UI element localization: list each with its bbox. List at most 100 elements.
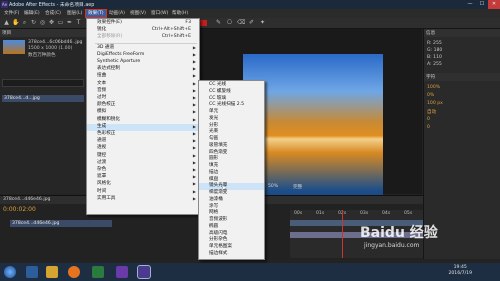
- text-tool-icon[interactable]: T: [75, 19, 82, 26]
- menu-item[interactable]: 键控 ▶: [87, 153, 199, 160]
- menu-item[interactable]: 模糊和锐化 ▶: [87, 117, 199, 124]
- app-icon[interactable]: [92, 266, 104, 278]
- project-search-input[interactable]: [2, 79, 84, 87]
- ruler-label: 05s: [404, 211, 413, 216]
- clock: 19:45 2016/7/19: [448, 265, 472, 276]
- submenu-arrow-icon: ▶: [192, 95, 196, 100]
- menu-item-label: 全部移除(R): [97, 34, 123, 40]
- menu-item[interactable]: 杂色 ▶: [87, 167, 199, 174]
- menu-composition[interactable]: 合成(C): [43, 10, 63, 17]
- rectangle-tool-icon[interactable]: ▭: [57, 19, 64, 26]
- file-name: 378ce4...6c06bd46..jpg: [28, 40, 83, 45]
- char-row[interactable]: 自动: [427, 109, 498, 115]
- menu-item-label: 圆形: [209, 156, 219, 162]
- menu-item[interactable]: 3D 通道 ▶: [87, 45, 199, 52]
- menu-item-label: 涂写: [209, 203, 219, 209]
- menu-item-label: 分形: [209, 122, 219, 128]
- menu-item-label: Synthetic Aperture: [97, 59, 141, 64]
- ie-icon[interactable]: [26, 266, 38, 278]
- menu-item[interactable]: 色彩校正 ▶: [87, 131, 199, 138]
- menu-item-label: 色彩校正: [97, 131, 116, 136]
- menu-effect[interactable]: 效果(T): [85, 9, 107, 18]
- after-effects-icon[interactable]: [137, 265, 151, 279]
- menu-layer[interactable]: 图层(L): [65, 10, 84, 17]
- menu-window[interactable]: 窗口(W): [149, 10, 170, 17]
- char-row[interactable]: 0: [427, 117, 498, 123]
- info-row: R: 255: [427, 41, 442, 46]
- char-row[interactable]: 100 px: [427, 101, 498, 107]
- menu-item-label: 表达式控制: [97, 66, 120, 72]
- start-button-icon[interactable]: [4, 266, 16, 278]
- menu-item[interactable]: 描边样式: [199, 251, 264, 258]
- eraser-tool-icon[interactable]: ⌫: [237, 19, 245, 26]
- char-row[interactable]: 100%: [427, 85, 498, 91]
- menu-item[interactable]: 文本 ▶: [87, 81, 199, 88]
- submenu-arrow-icon: ▶: [192, 123, 196, 129]
- pen-tool-icon[interactable]: ✒: [66, 19, 73, 26]
- menu-item-label: 勾画: [209, 136, 219, 141]
- menu-item[interactable]: 透视 ▶: [87, 145, 199, 152]
- brush-tool-icon[interactable]: ✎: [215, 19, 222, 26]
- menu-item[interactable]: 风格化 ▶: [87, 181, 199, 188]
- playhead[interactable]: [342, 210, 343, 258]
- char-row[interactable]: 0%: [427, 93, 498, 99]
- file-sub: 数百万种颜色: [28, 53, 56, 58]
- menu-item[interactable]: Synthetic Aperture ▶: [87, 59, 199, 66]
- menu-item-label: CC 光线: [209, 82, 227, 87]
- file-thumbnail: [3, 40, 25, 54]
- premiere-icon[interactable]: [116, 266, 128, 278]
- firefox-icon[interactable]: [68, 266, 80, 278]
- menu-item[interactable]: 效果控件(E) F3: [87, 20, 199, 27]
- menu-item[interactable]: 模拟 ▶: [87, 109, 199, 116]
- menu-item[interactable]: 扭曲 ▶: [87, 73, 199, 80]
- close-button[interactable]: ✕: [488, 0, 500, 9]
- rotate-tool-icon[interactable]: ↻: [30, 19, 37, 26]
- menu-view[interactable]: 视图(V): [128, 10, 148, 17]
- submenu-arrow-icon: ▶: [192, 109, 196, 115]
- zoom-tool-icon[interactable]: ⌕: [21, 19, 28, 26]
- menu-help[interactable]: 帮助(H): [170, 10, 190, 17]
- menu-item[interactable]: 过时 ▶: [87, 95, 199, 102]
- menu-item[interactable]: 生成 ▶: [87, 123, 199, 131]
- menu-item-label: 四色渐变: [209, 149, 228, 155]
- explorer-icon[interactable]: [46, 266, 58, 278]
- menu-item-label: 过时: [97, 95, 107, 100]
- mouse-cursor-icon: ➤: [221, 184, 227, 192]
- timeline-layer[interactable]: 378ce4...d46e46.jpg: [10, 220, 112, 227]
- maximize-button[interactable]: ☐: [476, 0, 488, 9]
- camera-tool-icon[interactable]: ◎: [39, 19, 46, 26]
- timeline-tab[interactable]: 378ce4...d46e46.jpg: [3, 197, 50, 202]
- snap-toggle-icon[interactable]: [200, 20, 207, 26]
- menu-item[interactable]: 全部移除(R) Ctrl+Shift+E: [87, 34, 199, 41]
- submenu-arrow-icon: ▶: [192, 152, 196, 158]
- submenu-arrow-icon: ▶: [192, 80, 196, 86]
- submenu-arrow-icon: ▶: [192, 145, 196, 151]
- menu-item-label: DigiEffects FreeForm: [97, 51, 145, 57]
- project-file-row[interactable]: 378ce4...d...jpg: [2, 95, 84, 102]
- menu-item[interactable]: 实用工具 ▶: [87, 196, 199, 203]
- hand-tool-icon[interactable]: ✋: [12, 19, 19, 26]
- menu-item-label: 文本: [97, 80, 107, 86]
- stamp-tool-icon[interactable]: ⎔: [226, 19, 233, 26]
- pan-tool-icon[interactable]: ✥: [48, 19, 55, 26]
- menu-item-label: CC 螺旋线: [209, 88, 231, 94]
- char-row[interactable]: 0: [427, 125, 498, 131]
- menu-file[interactable]: 文件(F): [2, 10, 21, 17]
- minimize-button[interactable]: —: [464, 0, 476, 9]
- roto-tool-icon[interactable]: ✐: [248, 19, 255, 26]
- project-header: 项目: [0, 29, 86, 37]
- menu-shortcut: Ctrl+Shift+E: [161, 34, 191, 40]
- submenu-arrow-icon: ▶: [192, 102, 196, 108]
- watermark-url: jingyan.baidu.com: [364, 242, 420, 249]
- resolution-select[interactable]: 完整: [293, 184, 302, 190]
- menu-item[interactable]: DigiEffects FreeForm ▶: [87, 52, 199, 59]
- menu-item[interactable]: 过渡 ▶: [87, 160, 199, 167]
- zoom-level[interactable]: 50%: [268, 184, 278, 189]
- menu-item[interactable]: 音频 ▶: [87, 88, 199, 95]
- selection-tool-icon[interactable]: ▲: [3, 19, 10, 26]
- menu-item[interactable]: 时间 ▶: [87, 189, 199, 196]
- timecode[interactable]: 0:00:02:00: [3, 206, 36, 213]
- menu-edit[interactable]: 编辑(E): [22, 10, 42, 17]
- menu-animation[interactable]: 动画(A): [107, 10, 127, 17]
- puppet-tool-icon[interactable]: ✦: [259, 19, 266, 26]
